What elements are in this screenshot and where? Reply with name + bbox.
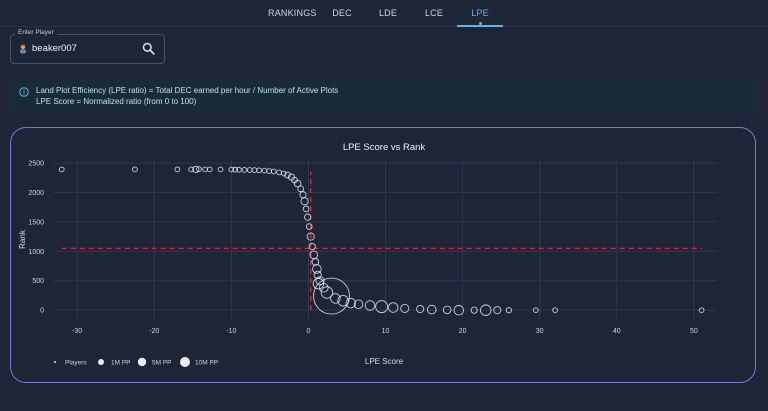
x-tick-label: -30 bbox=[72, 328, 82, 335]
data-point bbox=[270, 168, 277, 175]
y-tick-label: 0 bbox=[40, 308, 44, 315]
data-point bbox=[387, 302, 399, 313]
x-tick-label: 40 bbox=[613, 328, 621, 335]
data-point bbox=[364, 300, 376, 311]
y-tick-label: 1500 bbox=[28, 219, 44, 226]
chart-card: -30 -20 -10 0 10 20 30 40 50 0 500 1000 1500 2000 2500… bbox=[10, 127, 756, 383]
legend-marker bbox=[180, 357, 190, 367]
data-point bbox=[174, 166, 181, 173]
legend-label: Players bbox=[65, 360, 87, 367]
tab-lde[interactable]: LDE bbox=[372, 0, 404, 26]
x-tick-label: 0 bbox=[306, 328, 310, 335]
data-point bbox=[202, 166, 208, 173]
data-point bbox=[297, 185, 305, 193]
data-point bbox=[400, 303, 410, 313]
info-line-lpe-ratio: Land Plot Efficiency (LPE ratio) = Total… bbox=[36, 86, 339, 95]
tab-lce[interactable]: LCE bbox=[418, 0, 450, 26]
info-line-lpe-score: LPE Score = Normalized ratio (from 0 to … bbox=[36, 97, 197, 106]
x-tick-label: 50 bbox=[690, 328, 698, 335]
y-axis-label: Rank bbox=[18, 229, 27, 249]
data-point bbox=[276, 169, 282, 176]
data-point bbox=[300, 197, 309, 206]
data-point bbox=[58, 166, 65, 173]
y-tick-label: 2000 bbox=[28, 190, 44, 197]
tab-lpe[interactable]: LPE bbox=[457, 0, 503, 27]
legend-label: 5M PP bbox=[152, 360, 172, 367]
x-tick-label: -10 bbox=[226, 328, 236, 335]
tab-rankings[interactable]: RANKINGS bbox=[268, 0, 316, 26]
info-icon bbox=[19, 87, 29, 97]
player-search-field[interactable]: Enter Player beaker007 bbox=[10, 29, 165, 64]
data-point bbox=[246, 167, 253, 173]
data-point bbox=[266, 168, 272, 174]
x-tick-label: 30 bbox=[536, 328, 544, 335]
lpe-scatter-chart: -30 -20 -10 0 10 20 30 40 5005001000150020002500… bbox=[18, 142, 717, 367]
legend-label: 1M PP bbox=[111, 360, 131, 367]
data-point bbox=[416, 304, 425, 314]
info-banner: Land Plot Efficiency (LPE ratio) = Total… bbox=[10, 80, 758, 112]
y-tick-label: 2500 bbox=[28, 160, 44, 167]
legend-marker bbox=[137, 357, 147, 367]
top-navigation: RANKINGS DEC LDE LCE LPE bbox=[0, 0, 768, 27]
data-point bbox=[251, 167, 258, 173]
player-avatar-icon bbox=[20, 44, 26, 54]
legend-label: 10M PP bbox=[195, 360, 218, 367]
search-icon[interactable] bbox=[142, 42, 155, 55]
x-tick-label: -20 bbox=[149, 328, 159, 335]
data-point bbox=[311, 258, 320, 266]
tab-dec[interactable]: DEC bbox=[326, 0, 358, 26]
x-tick-label: 20 bbox=[459, 328, 467, 335]
data-point bbox=[308, 242, 316, 251]
player-input[interactable]: beaker007 bbox=[32, 43, 77, 54]
legend-marker bbox=[54, 361, 56, 363]
x-tick-label: 10 bbox=[382, 328, 390, 335]
data-point bbox=[304, 213, 312, 221]
data-point bbox=[426, 304, 437, 315]
data-point bbox=[261, 167, 268, 174]
y-tick-label: 500 bbox=[32, 278, 44, 285]
active-tab-indicator bbox=[478, 22, 482, 25]
chart-title: LPE Score vs Rank bbox=[343, 142, 426, 153]
x-axis-label: LPE Score bbox=[365, 357, 404, 366]
y-tick-label: 1000 bbox=[28, 249, 44, 256]
data-point bbox=[132, 166, 138, 173]
data-point bbox=[241, 167, 248, 173]
legend-marker bbox=[98, 359, 104, 365]
data-point bbox=[256, 167, 262, 174]
data-point bbox=[206, 166, 213, 173]
player-field-label: Enter Player bbox=[15, 29, 57, 36]
data-point bbox=[217, 166, 224, 173]
